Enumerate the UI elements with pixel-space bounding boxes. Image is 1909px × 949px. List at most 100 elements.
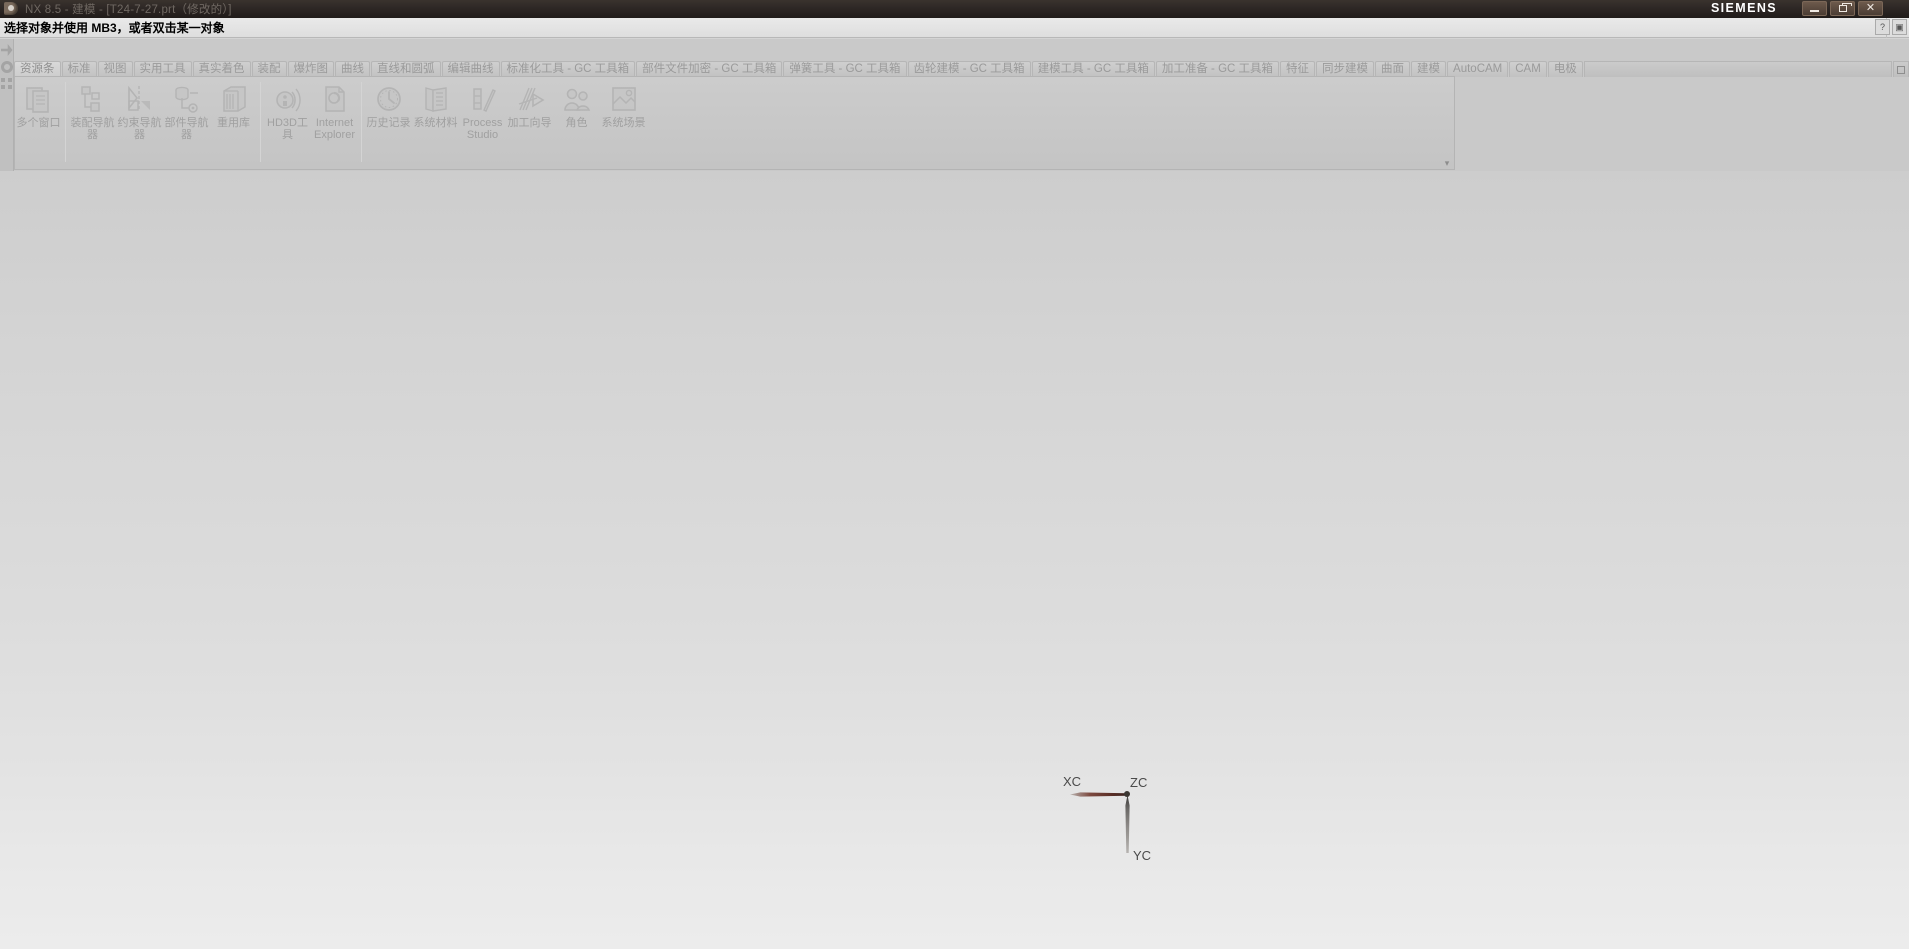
toolbar-button-1[interactable]: 装配导航器 bbox=[69, 80, 116, 162]
toolbar-button-label: Process Studio bbox=[462, 117, 503, 141]
nx-app-icon[interactable] bbox=[2, 1, 20, 17]
toolbar-button-label: 加工向导 bbox=[507, 117, 552, 129]
system-materials-icon bbox=[421, 84, 451, 114]
part-navigator-icon bbox=[172, 84, 202, 114]
reuse-library-icon bbox=[222, 86, 246, 112]
wcs-y-label: YC bbox=[1133, 848, 1152, 863]
toolbar-button-10[interactable]: 加工向导 bbox=[506, 80, 553, 162]
prompt-bar-icons: ? ▣ bbox=[1875, 19, 1907, 35]
ribbon-tab-19[interactable]: 建模 bbox=[1411, 61, 1447, 77]
hd3d-tools-icon bbox=[273, 84, 303, 114]
title-bar: NX 8.5 - 建模 - [T24-7-27.prt（修改的）] SIEMEN… bbox=[0, 0, 1909, 18]
ribbon-tab-8[interactable]: 直线和圆弧 bbox=[371, 61, 441, 77]
toolbar-button-5[interactable]: HD3D工具 bbox=[264, 80, 311, 162]
machining-wizard-icon bbox=[518, 87, 545, 111]
toolbar-button-label: 多个窗口 bbox=[16, 117, 61, 129]
toolbar-button-6[interactable]: Internet Explorer bbox=[311, 80, 358, 162]
toolbar-button-12[interactable]: 系统场景 bbox=[600, 80, 647, 162]
ribbon-left-rail bbox=[0, 39, 14, 171]
toolbar-button-label: 系统材料 bbox=[413, 117, 458, 129]
ribbon-tab-10[interactable]: 标准化工具 - GC 工具箱 bbox=[500, 61, 636, 77]
prompt-message: 选择对象并使用 MB3，或者双击某一对象 bbox=[4, 21, 225, 35]
ribbon-tab-12[interactable]: 弹簧工具 - GC 工具箱 bbox=[783, 61, 907, 77]
ribbon-tab-18[interactable]: 曲面 bbox=[1375, 61, 1411, 77]
toolbar-button-3[interactable]: 部件导航器 bbox=[163, 80, 210, 162]
graphics-viewport[interactable]: XC ZC YC bbox=[0, 171, 1909, 949]
ribbon-tab-2[interactable]: 视图 bbox=[97, 61, 133, 77]
history-icon bbox=[376, 87, 401, 111]
minimize-button[interactable] bbox=[1802, 1, 1827, 16]
tab-strip-filler bbox=[1583, 61, 1892, 77]
ribbon-tab-14[interactable]: 建模工具 - GC 工具箱 bbox=[1031, 61, 1155, 77]
restore-panel-glyph bbox=[1897, 65, 1905, 74]
part-navigator-icon bbox=[174, 86, 198, 113]
toolbar-button-label: 部件导航器 bbox=[164, 117, 209, 141]
toolbar-group-separator bbox=[361, 82, 362, 162]
ribbon-tab-1[interactable]: 标准 bbox=[61, 61, 97, 77]
wcs-z-label: ZC bbox=[1130, 775, 1148, 790]
ribbon-tab-21[interactable]: CAM bbox=[1509, 61, 1547, 77]
toolbar-button-label: 系统场景 bbox=[601, 117, 646, 129]
roles-icon bbox=[562, 84, 592, 114]
toolbar-button-label: Internet Explorer bbox=[314, 117, 355, 141]
toolbar-button-label: 角色 bbox=[565, 117, 588, 129]
constraint-navigator-icon bbox=[125, 84, 155, 114]
maximize-restore-button[interactable] bbox=[1830, 1, 1855, 16]
roles-icon bbox=[563, 88, 590, 111]
ribbon-tab-9[interactable]: 编辑曲线 bbox=[441, 61, 500, 77]
constraint-navigator-icon bbox=[127, 85, 150, 111]
help-icon[interactable]: ? bbox=[1875, 19, 1890, 35]
chevron-down-icon[interactable]: ▾ bbox=[1442, 158, 1452, 168]
system-scene-icon bbox=[611, 87, 636, 111]
wcs-x-axis bbox=[1070, 792, 1127, 797]
pin-icon[interactable] bbox=[0, 44, 13, 56]
wcs-y-axis bbox=[1125, 795, 1130, 853]
toolbar-button-label: 装配导航器 bbox=[70, 117, 115, 141]
restore-panel-icon[interactable] bbox=[1893, 61, 1909, 77]
wcs-triad: XC ZC YC bbox=[1063, 775, 1193, 865]
hd3d-tools-icon bbox=[275, 88, 301, 112]
ribbon-tab-22[interactable]: 电极 bbox=[1547, 61, 1583, 77]
gear-icon[interactable] bbox=[0, 61, 13, 73]
ribbon-tab-3[interactable]: 实用工具 bbox=[133, 61, 192, 77]
process-studio-icon bbox=[472, 88, 496, 112]
toolbar-button-label: 历史记录 bbox=[366, 117, 411, 129]
ribbon-tab-20[interactable]: AutoCAM bbox=[1447, 61, 1509, 77]
ribbon-tab-17[interactable]: 同步建模 bbox=[1316, 61, 1375, 77]
nx-logo-glyph bbox=[4, 2, 18, 15]
ribbon-tab-6[interactable]: 爆炸图 bbox=[287, 61, 334, 77]
toolbar-button-2[interactable]: 约束导航器 bbox=[116, 80, 163, 162]
toolbar-button-4[interactable]: 重用库 bbox=[210, 80, 257, 162]
ribbon-area: 资源条 标准 视图 实用工具 真实着色 装配 爆炸图 曲线 直线和圆弧 编辑曲线 标准化工具 - G… bbox=[0, 39, 1909, 171]
toolbar-group-separator bbox=[260, 82, 261, 162]
multiple-windows-icon bbox=[24, 84, 54, 114]
window-title: NX 8.5 - 建模 - [T24-7-27.prt（修改的）] bbox=[25, 4, 232, 16]
context-icon[interactable]: ▣ bbox=[1892, 19, 1907, 35]
history-icon bbox=[374, 84, 404, 114]
multiple-windows-icon bbox=[25, 87, 49, 113]
internet-explorer-icon bbox=[320, 84, 350, 114]
assembly-navigator-icon bbox=[78, 84, 108, 114]
toolbar-button-8[interactable]: 系统材料 bbox=[412, 80, 459, 162]
toolbar-group-separator bbox=[65, 82, 66, 162]
toolbar-button-label: 重用库 bbox=[217, 117, 250, 129]
ribbon-tab-11[interactable]: 部件文件加密 - GC 工具箱 bbox=[636, 61, 783, 77]
assembly-navigator-icon bbox=[80, 86, 100, 112]
ribbon-tab-4[interactable]: 真实着色 bbox=[192, 61, 251, 77]
ribbon-tab-5[interactable]: 装配 bbox=[251, 61, 287, 77]
ribbon-tab-13[interactable]: 齿轮建模 - GC 工具箱 bbox=[907, 61, 1031, 77]
grid-icon[interactable] bbox=[0, 78, 13, 90]
ribbon-toolbar-panel: 多个窗口 装配导航器 约束导航器 部件导航器 重用库 HD3D工具 Internet Exp… bbox=[14, 76, 1455, 170]
toolbar-button-0[interactable]: 多个窗口 bbox=[15, 80, 62, 162]
ribbon-tab-16[interactable]: 特征 bbox=[1280, 61, 1316, 77]
process-studio-icon bbox=[468, 84, 498, 114]
minimize-icon bbox=[1810, 10, 1819, 12]
ribbon-tab-7[interactable]: 曲线 bbox=[335, 61, 370, 77]
close-button[interactable]: ✕ bbox=[1858, 1, 1883, 16]
toolbar-button-11[interactable]: 角色 bbox=[553, 80, 600, 162]
toolbar-button-7[interactable]: 历史记录 bbox=[365, 80, 412, 162]
ribbon-tab-strip: 资源条 标准 视图 实用工具 真实着色 装配 爆炸图 曲线 直线和圆弧 编辑曲线 标准化工具 - G… bbox=[14, 60, 1909, 77]
ribbon-tab-15[interactable]: 加工准备 - GC 工具箱 bbox=[1155, 61, 1280, 77]
toolbar-button-9[interactable]: Process Studio bbox=[459, 80, 506, 162]
ribbon-tab-0[interactable]: 资源条 bbox=[14, 61, 61, 77]
